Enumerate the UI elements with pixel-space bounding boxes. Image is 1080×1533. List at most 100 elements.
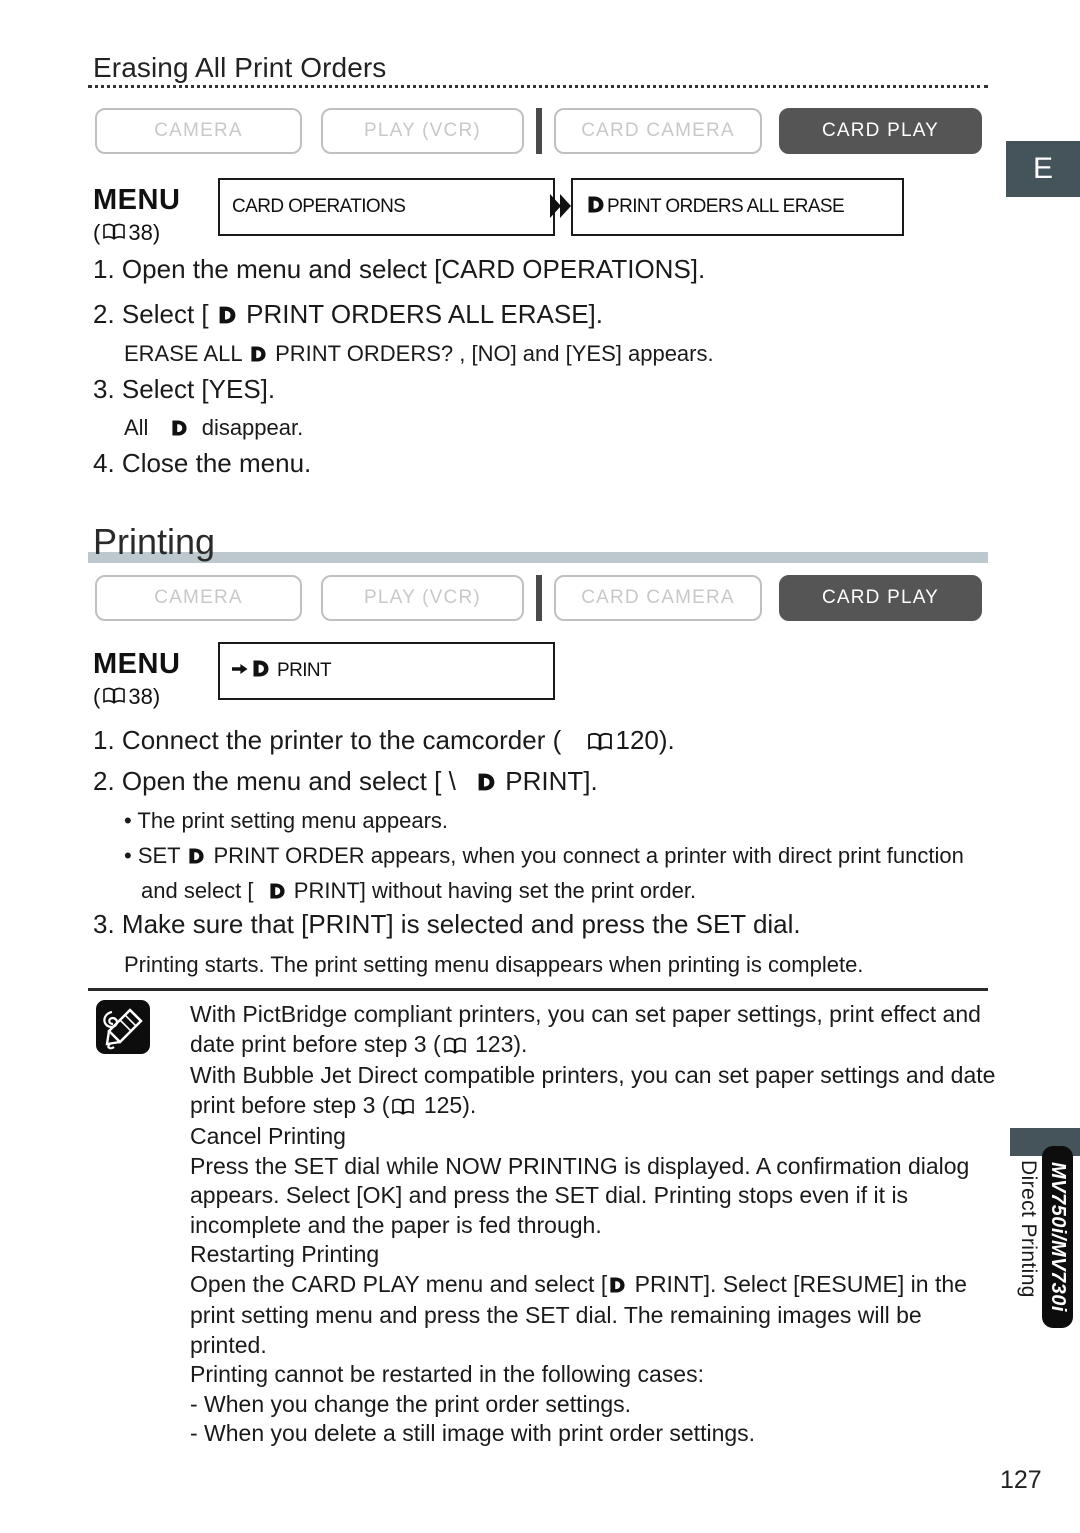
print-order-icon (250, 342, 267, 371)
mode-button-play-vcr-label: PLAY (VCR) (364, 587, 481, 608)
note-line: Open the CARD PLAY menu and select [ PRI… (190, 1270, 1000, 1302)
mode-group-separator (536, 575, 542, 621)
note-line-ref: 125 (423, 1091, 463, 1118)
menu-page-reference-1: ( 38 ) (93, 220, 161, 245)
step-1-3-text: Select [YES]. (121, 374, 276, 404)
mode-button-card-camera[interactable]: CARD CAMERA (554, 108, 762, 154)
section-heading-printing: Printing (93, 521, 216, 562)
menu-page-number-1: 38 (128, 220, 153, 245)
menu-item-print[interactable]: PRINT (218, 642, 555, 700)
mode-button-card-camera-label: CARD CAMERA (581, 587, 735, 608)
print-order-icon (587, 195, 605, 220)
note-line: Press the SET dial while NOW PRINTING is… (190, 1152, 970, 1179)
model-badge: MV750i/MV730i (1042, 1146, 1073, 1328)
menu-block-1: MENU ( 38 ) (93, 186, 180, 244)
menu-page-number-2: 38 (128, 684, 153, 709)
note-pencil-icon (96, 1000, 150, 1054)
print-order-icon (609, 1272, 626, 1302)
mode-button-play-vcr[interactable]: PLAY (VCR) (321, 575, 524, 621)
bullet-marker: • (124, 808, 132, 833)
step-1-4: 4. Close the menu. (93, 447, 311, 480)
step-1-2-number: 2. (93, 299, 115, 329)
mode-button-card-play[interactable]: CARD PLAY (779, 108, 982, 154)
book-icon (443, 1032, 466, 1062)
step-2-2-bullet-1-text: The print setting menu appears. (137, 808, 449, 833)
bullet-marker: • (124, 843, 132, 868)
note-line-before: print before step 3 ( (190, 1091, 390, 1118)
step-1-2-note-after: PRINT ORDERS? , [NO] and [YES] appears. (275, 341, 714, 366)
notes-text-block: With PictBridge compliant printers, you … (190, 1000, 1000, 1449)
mode-button-card-camera-label: CARD CAMERA (581, 120, 735, 141)
note-line: Printing cannot be restarted in the foll… (190, 1361, 704, 1387)
step-2-2-bullet-2-a: SET (137, 843, 181, 868)
step-2-2-bullet-2-b: PRINT ORDER appears, when you connect a … (213, 843, 964, 868)
mode-button-card-play[interactable]: CARD PLAY (779, 575, 982, 621)
mode-button-camera[interactable]: CAMERA (95, 575, 302, 621)
print-order-icon (252, 659, 270, 684)
mode-button-camera-label: CAMERA (154, 587, 243, 608)
step-2-2-bullet-1: • The print setting menu appears. (124, 807, 448, 836)
step-2-2-bullet-2-cont: and select [ PRINT] without having set t… (141, 877, 696, 908)
step-1-3-note: All disappear. (124, 414, 303, 445)
menu-item-print-orders-all-erase-label: PRINT ORDERS ALL ERASE (607, 196, 845, 217)
note-line: print before step 3 ( 125). (190, 1091, 1000, 1123)
step-1-3-note-before: All (124, 415, 149, 440)
step-1-2-text-after: PRINT ORDERS ALL ERASE]. (246, 299, 603, 329)
section-heading-erasing-all-print-orders: Erasing All Print Orders (93, 52, 387, 83)
mode-button-camera[interactable]: CAMERA (95, 108, 302, 154)
menu-item-print-orders-all-erase[interactable]: PRINT ORDERS ALL ERASE (571, 178, 904, 236)
mode-button-card-play-label: CARD PLAY (821, 587, 940, 608)
mode-button-play-vcr[interactable]: PLAY (VCR) (321, 108, 524, 154)
mode-button-card-camera[interactable]: CARD CAMERA (554, 575, 762, 621)
menu-block-2: MENU ( 38 ) (93, 650, 180, 708)
note-line-after: ). (513, 1030, 528, 1057)
step-2-1-text-after: ). (658, 725, 675, 755)
step-2-2-number: 2. (93, 766, 115, 796)
step-2-2-bullet-2: • SET PRINT ORDER appears, when you conn… (124, 842, 964, 873)
note-line: printed. (190, 1331, 267, 1358)
step-1-3-number: 3. (93, 374, 115, 404)
note-line-after: PRINT]. Select [RESUME] in the (634, 1270, 967, 1297)
step-2-3-note: Printing starts. The print setting menu … (124, 952, 864, 977)
right-arrow-icon (232, 660, 248, 682)
step-1-2-note: ERASE ALL PRINT ORDERS? , [NO] and [YES]… (124, 340, 714, 371)
note-line-before: date print before step 3 ( (190, 1030, 441, 1057)
heading-dotted-divider (88, 85, 988, 88)
menu-label-2: MENU (93, 648, 181, 680)
mode-group-separator (536, 108, 542, 154)
note-line: appears. Select [OK] and press the SET d… (190, 1182, 909, 1208)
note-list-item: - When you delete a still image with pri… (190, 1420, 756, 1446)
menu-item-card-operations[interactable]: CARD OPERATIONS (218, 178, 555, 236)
step-1-2-text-before: Select [ (121, 299, 209, 329)
step-1-3: 3. Select [YES]. (93, 373, 275, 406)
mode-buttons-row-1: CAMERA PLAY (VCR) CARD CAMERA CARD PLAY (95, 108, 982, 154)
note-line: date print before step 3 ( 123). (190, 1030, 1000, 1062)
print-order-icon (188, 844, 205, 873)
step-2-1: 1. Connect the printer to the camcorder … (93, 724, 675, 759)
language-tab-label: E (1032, 152, 1053, 185)
note-line-before: Open the CARD PLAY menu and select [ (190, 1270, 608, 1297)
note-line: incomplete and the paper is fed through. (190, 1211, 602, 1238)
menu-label-1: MENU (93, 184, 181, 216)
book-icon (588, 726, 613, 759)
note-list-item: - When you change the print order settin… (190, 1390, 632, 1417)
step-2-2-text-after: PRINT]. (505, 766, 598, 796)
menu-item-print-label: PRINT (277, 660, 332, 681)
step-2-2-text-before: Open the menu and select [ \ (121, 766, 456, 796)
step-1-3-note-after: disappear. (201, 415, 304, 440)
step-2-3-text: Make sure that [PRINT] is selected and p… (121, 909, 801, 939)
book-icon (103, 222, 126, 244)
print-order-icon (218, 300, 237, 333)
step-1-4-number: 4. (93, 448, 115, 478)
step-2-3: 3. Make sure that [PRINT] is selected an… (93, 908, 801, 941)
side-tab-label-direct-printing: Direct Printing (1017, 1160, 1040, 1298)
mode-button-card-play-label: CARD PLAY (821, 120, 940, 141)
step-2-1-number: 1. (93, 725, 115, 755)
menu-item-card-operations-label: CARD OPERATIONS (232, 196, 406, 217)
note-line: With Bubble Jet Direct compatible printe… (190, 1062, 996, 1088)
mode-button-camera-label: CAMERA (154, 120, 243, 141)
print-order-icon (477, 767, 496, 800)
mode-buttons-row-2: CAMERA PLAY (VCR) CARD CAMERA CARD PLAY (95, 575, 982, 621)
note-line-ref: 123 (475, 1030, 514, 1057)
step-2-1-ref: 120 (615, 725, 659, 755)
